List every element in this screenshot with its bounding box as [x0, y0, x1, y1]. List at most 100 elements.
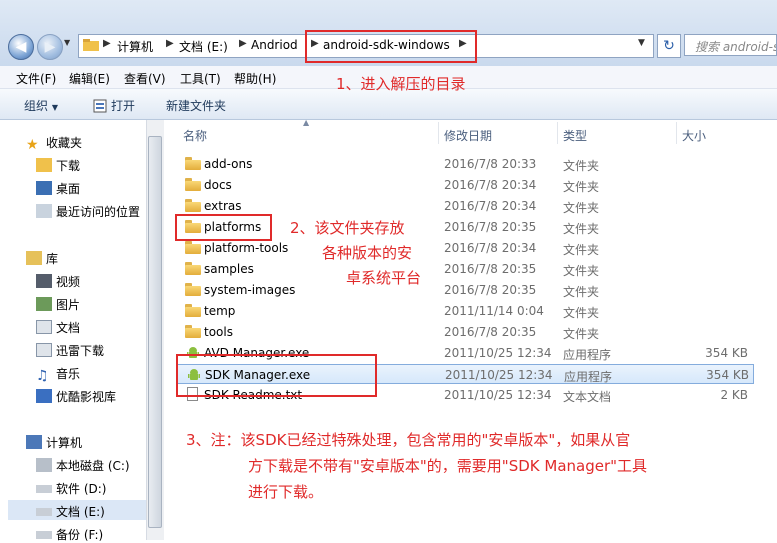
search-input[interactable]: 搜索 android-sdk-windows: [684, 34, 777, 56]
youku-library-icon: [36, 389, 52, 403]
annotation-highlight-address: [305, 30, 477, 63]
breadcrumb-separator[interactable]: ▶: [239, 38, 247, 49]
file-name: temp: [204, 304, 236, 318]
table-row[interactable]: docs 2016/7/8 20:34 文件夹: [176, 175, 754, 195]
annotation-3-line-3: 进行下载。: [248, 483, 324, 501]
folder-icon: [185, 304, 201, 317]
file-type: 文件夹: [563, 159, 600, 173]
nav-item-drive-d[interactable]: 软件 (D:): [36, 480, 106, 497]
forward-button[interactable]: ▶: [37, 34, 63, 60]
nav-item-pictures[interactable]: 图片: [36, 296, 80, 313]
nav-item-youku[interactable]: 优酷影视库: [36, 388, 116, 405]
drive-icon: [36, 485, 52, 493]
file-type: 文件夹: [563, 327, 600, 341]
annotation-3-line-1: 3、注：该SDK已经过特殊处理，包含常用的"安卓版本"，如果从官: [186, 431, 631, 449]
nav-item-music[interactable]: ♫ 音乐: [36, 365, 80, 384]
arrow-left-icon: ◀: [15, 39, 27, 55]
file-date: 2016/7/8 20:34: [444, 178, 537, 192]
folder-icon: [185, 262, 201, 275]
nav-favorites[interactable]: ★ 收藏夹: [26, 134, 82, 153]
open-button[interactable]: 打开: [93, 97, 135, 114]
file-type: 文件夹: [563, 306, 600, 320]
nav-item-recent[interactable]: 最近访问的位置: [36, 203, 140, 220]
file-name: tools: [204, 325, 233, 339]
file-name: add-ons: [204, 157, 253, 171]
nav-libraries[interactable]: 库: [26, 250, 58, 267]
nav-item-documents[interactable]: 文档: [36, 319, 80, 336]
back-button[interactable]: ◀: [8, 34, 34, 60]
table-row[interactable]: samples 2016/7/8 20:35 文件夹: [176, 259, 754, 279]
file-type: 文件夹: [563, 201, 600, 215]
table-row[interactable]: system-images 2016/7/8 20:35 文件夹: [176, 280, 754, 300]
column-header-size[interactable]: 大小: [682, 127, 706, 144]
nav-item-drive-f[interactable]: 备份 (F:): [36, 526, 103, 543]
menu-tools[interactable]: 工具(T): [180, 70, 221, 87]
breadcrumb-computer[interactable]: 计算机: [117, 38, 153, 55]
file-type: 文件夹: [563, 264, 600, 278]
breadcrumb-separator[interactable]: ▶: [103, 38, 111, 49]
file-date: 2016/7/8 20:35: [444, 325, 537, 339]
organize-button[interactable]: 组织 ▼: [24, 97, 58, 114]
file-type: 文件夹: [563, 243, 600, 257]
file-name: samples: [204, 262, 254, 276]
menu-file[interactable]: 文件(F): [16, 70, 56, 87]
table-row[interactable]: extras 2016/7/8 20:34 文件夹: [176, 196, 754, 216]
drive-icon: [36, 531, 52, 539]
folder-icon: [83, 38, 99, 55]
annotation-2-line-1: 2、该文件夹存放: [290, 219, 405, 237]
breadcrumb-separator[interactable]: ▶: [166, 38, 174, 49]
document-library-icon: [36, 320, 52, 334]
file-date: 2016/7/8 20:34: [444, 241, 537, 255]
annotation-2-line-3: 卓系统平台: [346, 269, 422, 287]
nav-item-videos[interactable]: 视频: [36, 273, 80, 290]
file-name: system-images: [204, 283, 296, 297]
table-row[interactable]: add-ons 2016/7/8 20:33 文件夹: [176, 154, 754, 174]
nav-computer[interactable]: 计算机: [26, 434, 82, 451]
file-date: 2011/10/25 12:34: [444, 388, 552, 402]
drive-icon: [36, 508, 52, 516]
column-header-type[interactable]: 类型: [563, 127, 587, 144]
menu-edit[interactable]: 编辑(E): [69, 70, 110, 87]
nav-item-drive-e-selected[interactable]: 文档 (E:): [8, 500, 146, 520]
system-drive-icon: [36, 458, 52, 472]
file-date: 2011/10/25 12:34: [444, 346, 552, 360]
folder-icon: [185, 325, 201, 338]
table-row[interactable]: tools 2016/7/8 20:35 文件夹: [176, 322, 754, 342]
nav-item-drive-c[interactable]: 本地磁盘 (C:): [36, 457, 130, 474]
file-date: 2011/11/14 0:04: [444, 304, 544, 318]
nav-item-thunder-downloads[interactable]: 迅雷下载: [36, 342, 104, 359]
file-date: 2016/7/8 20:35: [444, 220, 537, 234]
table-row[interactable]: temp 2011/11/14 0:04 文件夹: [176, 301, 754, 321]
recent-places-icon: [36, 204, 52, 218]
table-row[interactable]: platform-tools 2016/7/8 20:34 文件夹: [176, 238, 754, 258]
address-history-dropdown[interactable]: ▼: [638, 38, 645, 48]
annotation-highlight-platforms: [175, 214, 272, 241]
breadcrumb-andriod[interactable]: Andriod: [251, 38, 298, 52]
nav-item-desktop[interactable]: 桌面: [36, 180, 80, 197]
file-date: 2011/10/25 12:34: [445, 368, 553, 382]
column-divider[interactable]: [438, 122, 439, 144]
menu-view[interactable]: 查看(V): [124, 70, 166, 87]
file-name: platform-tools: [204, 241, 289, 255]
column-divider[interactable]: [676, 122, 677, 144]
column-divider[interactable]: [557, 122, 558, 144]
column-header-date[interactable]: 修改日期: [444, 127, 492, 144]
nav-item-downloads[interactable]: 下载: [36, 157, 80, 174]
refresh-button[interactable]: ↻: [657, 34, 681, 58]
folder-icon: [185, 241, 201, 254]
new-folder-button[interactable]: 新建文件夹: [166, 97, 226, 114]
video-library-icon: [36, 274, 52, 288]
file-type: 文本文档: [563, 390, 612, 404]
column-header-name[interactable]: 名称: [183, 127, 207, 144]
recent-pages-dropdown[interactable]: ▼: [64, 38, 76, 54]
file-date: 2016/7/8 20:35: [444, 262, 537, 276]
download-library-icon: [36, 343, 52, 357]
file-date: 2016/7/8 20:34: [444, 199, 537, 213]
refresh-icon: ↻: [663, 38, 675, 54]
menu-help[interactable]: 帮助(H): [234, 70, 276, 87]
annotation-1: 1、进入解压的目录: [336, 75, 466, 93]
breadcrumb-drive-e[interactable]: 文档 (E:): [179, 38, 228, 55]
music-note-icon: ♫: [36, 368, 49, 384]
navigation-scrollbar-thumb[interactable]: [148, 136, 162, 528]
file-type: 应用程序: [564, 370, 613, 384]
